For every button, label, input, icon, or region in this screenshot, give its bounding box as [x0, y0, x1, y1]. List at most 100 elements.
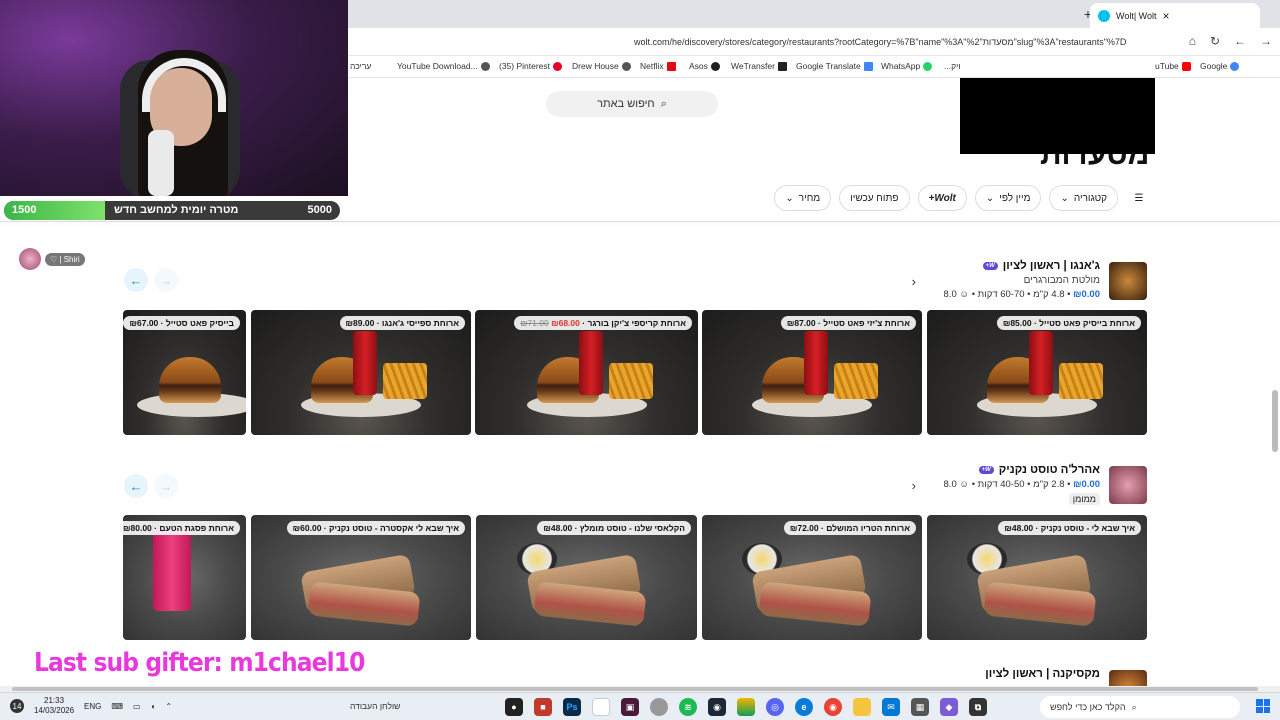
photos-icon[interactable] [737, 698, 755, 716]
menu-item-card[interactable]: איך שבא לי - טוסט נקניק · ₪48.00 [927, 515, 1147, 640]
menu-item-card[interactable]: ארוחת ספייסי ג'אנגו · ₪89.00 [251, 310, 471, 435]
menu-item-card[interactable]: ארוחת צ'יזי פאט סטייל · ₪87.00 [702, 310, 922, 435]
obs-icon[interactable]: ● [505, 698, 523, 716]
vertical-scrollbar[interactable] [1272, 390, 1278, 452]
carousel-next-arrow[interactable]: → [154, 268, 178, 292]
sticky-divider [0, 221, 1280, 222]
wolt-plus-badge: W+ [982, 262, 998, 270]
menu-item-card[interactable]: ארוחת בייסיק פאט סטייל · ₪85.00 [927, 310, 1147, 435]
browser-tab[interactable]: Wolt| Wolt × [1090, 3, 1260, 28]
restaurant-name[interactable]: אהרל'ה טוסט נקניק [999, 464, 1100, 476]
photoshop-icon[interactable]: Ps [563, 698, 581, 716]
wolt-plus-badge: W+ [978, 466, 994, 474]
filter-price[interactable]: מחיר ⌄ [774, 185, 832, 211]
bookmark-item[interactable]: Asos [689, 61, 720, 71]
carousel-next-arrow[interactable]: → [154, 474, 178, 498]
bookmark-item[interactable]: Netflix [640, 61, 676, 71]
filter-sort[interactable]: מיין לפי ⌄ [974, 185, 1042, 211]
carousel-prev-arrow[interactable]: ← [124, 474, 148, 498]
delivery-fee: ₪0.00 [1073, 479, 1100, 490]
chat-username: ♡ | Shiri [45, 252, 85, 266]
bookmark-item[interactable]: uTube [1155, 61, 1191, 71]
restaurant-subtitle: מולטת המבורגרים [1023, 275, 1100, 286]
forward-icon[interactable]: → [1260, 34, 1272, 48]
language-indicator[interactable]: ENG [84, 702, 101, 711]
filter-open-now[interactable]: פתוח עכשיו [839, 185, 910, 211]
tray-expand-icon[interactable]: ⌃ [165, 702, 172, 711]
menu-item-card[interactable]: הקלאסי שלנו - טוסט מומלץ · ₪48.00 [476, 515, 697, 640]
app-icon[interactable]: ■ [534, 698, 552, 716]
delivery-fee: ₪0.00 [1073, 289, 1100, 300]
goal-current: 1500 [12, 204, 37, 216]
taskbar-search-placeholder: הקלד כאן כדי לחפש [1050, 702, 1126, 712]
restaurant-logo[interactable] [1109, 262, 1147, 300]
goal-target: 5000 [307, 204, 332, 216]
taskbar-apps: ● ■ Ps ▣ ≋ ◉ ◎ e ◉ ✉ ▦ ◆ ⧉ [505, 698, 987, 716]
menu-item-card[interactable]: ארוחת הטריו המושלם · ₪72.00 [702, 515, 922, 640]
restaurant-logo[interactable] [1109, 670, 1147, 686]
bookmark-item[interactable]: Google [1200, 61, 1240, 71]
restaurant-name[interactable]: מקסיקנה | ראשון לציון [985, 668, 1100, 680]
filter-category[interactable]: קטגוריה ⌄ [1049, 185, 1118, 211]
sponsored-tag: ממומן [1068, 493, 1100, 505]
restaurant-name[interactable]: ג'אנגו | ראשון לציון [1003, 260, 1100, 272]
restaurant-header[interactable]: מקסיקנה | ראשון לציון [985, 668, 1100, 680]
folder-icon[interactable] [853, 698, 871, 716]
taskbar-search[interactable]: ⌕ הקלד כאן כדי לחפש [1040, 696, 1240, 718]
desktop-label[interactable]: שולחן העבודה [350, 701, 400, 711]
home-icon[interactable]: ⌂ [1189, 34, 1196, 48]
windows-taskbar: 14 21:33 14/03/2026 ENG ⌨ ▭ ◖ ⌃ שולחן העב… [0, 692, 1280, 720]
site-search[interactable]: ⌕ חיפוש באתר [546, 91, 718, 117]
restaurant-header[interactable]: ג'אנגו | ראשון לציון W+ מולטת המבורגרים ₪… [944, 260, 1100, 300]
bookmark-item[interactable]: WhatsApp [881, 61, 933, 71]
chrome-icon[interactable]: ◉ [824, 698, 842, 716]
bookmark-item[interactable]: Google Translate [796, 61, 873, 71]
edge-icon[interactable]: e [795, 698, 813, 716]
carousel-prev-arrow[interactable]: ← [124, 268, 148, 292]
spotify-icon[interactable]: ≋ [679, 698, 697, 716]
restaurant-meta: ₪0.00 • 2.8 ק"מ • 40-50 דקות • ☺ 8.0 [943, 479, 1100, 490]
app-icon[interactable] [650, 698, 668, 716]
bookmark-item[interactable]: עריכה [350, 61, 371, 71]
search-placeholder: חיפוש באתר [597, 98, 655, 110]
last-sub-gifter: Last sub gifter: m1chael10 [34, 648, 365, 678]
discord-icon[interactable]: ◎ [766, 698, 784, 716]
bookmark-item[interactable]: Drew House [572, 61, 631, 71]
avatar [19, 248, 41, 270]
reload-icon[interactable]: ↻ [1210, 34, 1220, 48]
task-view-icon[interactable]: ⧉ [969, 698, 987, 716]
volume-icon[interactable]: ◖ [151, 702, 156, 711]
menu-item-card[interactable]: איך שבא לי אקסטרה - טוסט נקניק · ₪60.00 [251, 515, 471, 640]
system-tray: 14 21:33 14/03/2026 ENG ⌨ ▭ ◖ ⌃ [10, 696, 172, 716]
menu-item-card[interactable]: ארוחת פסגת הטעם · ₪80.00 [123, 515, 246, 640]
keyboard-icon[interactable]: ⌨ [111, 702, 123, 711]
windows-start-icon[interactable] [1256, 699, 1270, 713]
chat-user: ♡ | Shiri [19, 248, 85, 270]
menu-item-card[interactable]: ארוחת קריספי צ'יקן בורגר · ₪68.00 ₪71.00 [475, 310, 698, 435]
notification-badge[interactable]: 14 [10, 699, 24, 713]
bookmark-item[interactable]: WeTransfer [731, 61, 787, 71]
restaurant-logo[interactable] [1109, 466, 1147, 504]
chevron-right-icon[interactable]: › [912, 274, 916, 289]
bookmark-item[interactable]: ...ויק [944, 61, 961, 71]
store-icon[interactable]: ▦ [911, 698, 929, 716]
network-icon[interactable]: ▭ [133, 702, 141, 711]
chevron-down-icon: ⌄ [1060, 192, 1069, 204]
file-icon[interactable] [592, 698, 610, 716]
bookmark-item[interactable]: (35) Pinterest [499, 61, 563, 71]
bookmark-item[interactable]: YouTube Download... [397, 61, 490, 71]
close-tab-icon[interactable]: × [1163, 9, 1170, 23]
copilot-icon[interactable]: ◆ [940, 698, 958, 716]
mail-icon[interactable]: ✉ [882, 698, 900, 716]
steam-icon[interactable]: ◉ [708, 698, 726, 716]
menu-item-card[interactable]: בייסיק פאט סטייל · ₪67.00 [123, 310, 246, 435]
restaurant-header[interactable]: אהרל'ה טוסט נקניק W+ ₪0.00 • 2.8 ק"מ • 40… [944, 464, 1100, 505]
clock[interactable]: 21:33 14/03/2026 [34, 696, 74, 716]
filter-settings-icon[interactable]: ☰ [1126, 185, 1152, 211]
url-field[interactable]: wolt.com/he/discovery/stores/category/re… [634, 37, 1154, 47]
chevron-right-icon[interactable]: › [912, 478, 916, 493]
filter-wolt-plus[interactable]: Wolt+ [917, 185, 967, 211]
goal-text: מטרה יומית למחשב חדש [114, 204, 239, 216]
back-icon[interactable]: ← [1234, 34, 1246, 48]
app-icon[interactable]: ▣ [621, 698, 639, 716]
